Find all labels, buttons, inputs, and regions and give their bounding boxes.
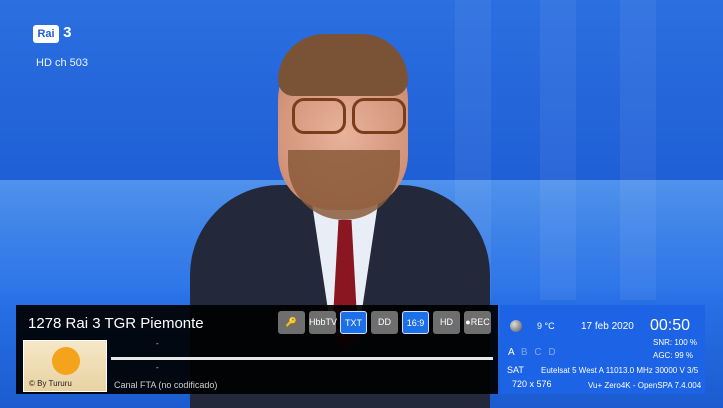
event-next: - [156, 363, 159, 372]
channel-logo-number: 3 [63, 24, 72, 41]
transponder-info: Eutelsat 5 West A 11013.0 MHz 30000 V 3/… [541, 366, 699, 375]
teletext-icon: TXT [340, 311, 367, 334]
studio-panel [620, 0, 656, 300]
tuner-d: D [548, 347, 558, 358]
event-now: - [156, 339, 159, 348]
receiver-info: Vu+ Zero4K - OpenSPA 7.4.004 [588, 381, 702, 390]
studio-panel [540, 0, 576, 300]
mascot-icon [52, 347, 80, 375]
hbbtv-icon: HbbTV [309, 311, 337, 334]
tuner-c: C [534, 347, 544, 358]
channel-picon: © By Tururu [23, 340, 107, 392]
agc-readout: AGC: 99 % [653, 351, 694, 360]
glasses-icon [288, 98, 406, 134]
presenter-hair [278, 34, 408, 96]
clock: 00:50 [650, 317, 691, 334]
tuner-list: A B C D [508, 347, 558, 358]
rec-icon: ●REC [464, 311, 491, 334]
encryption-status: Canal FTA (no codificado) [114, 380, 218, 390]
event-progress-bar [111, 357, 493, 360]
sat-label: SAT [507, 365, 524, 375]
hd-icon: HD [433, 311, 460, 334]
hd-channel-label: HD ch 503 [36, 57, 88, 69]
dolby-icon: DD [371, 311, 398, 334]
channel-name: 1278 Rai 3 TGR Piemonte [28, 315, 204, 332]
channel-logo: Rai 3 [33, 24, 77, 44]
tuner-a: A [508, 347, 517, 358]
status-panel: 9 °C 17 feb 2020 00:50 A B C D SNR: 100 … [500, 305, 705, 394]
tuner-b: B [520, 347, 530, 358]
moon-icon [510, 320, 522, 332]
video-resolution: 720 x 576 [512, 379, 552, 389]
aspect-ratio-icon: 16:9 [402, 311, 429, 334]
picon-credit: © By Tururu [29, 379, 72, 388]
snr-readout: SNR: 100 % [653, 338, 698, 347]
channel-infobar: 1278 Rai 3 TGR Piemonte 🔑 HbbTV TXT DD 1… [16, 305, 498, 394]
channel-logo-brand: Rai [33, 25, 59, 43]
date: 17 feb 2020 [581, 321, 634, 332]
key-icon: 🔑 [278, 311, 305, 334]
temperature: 9 °C [537, 321, 555, 331]
